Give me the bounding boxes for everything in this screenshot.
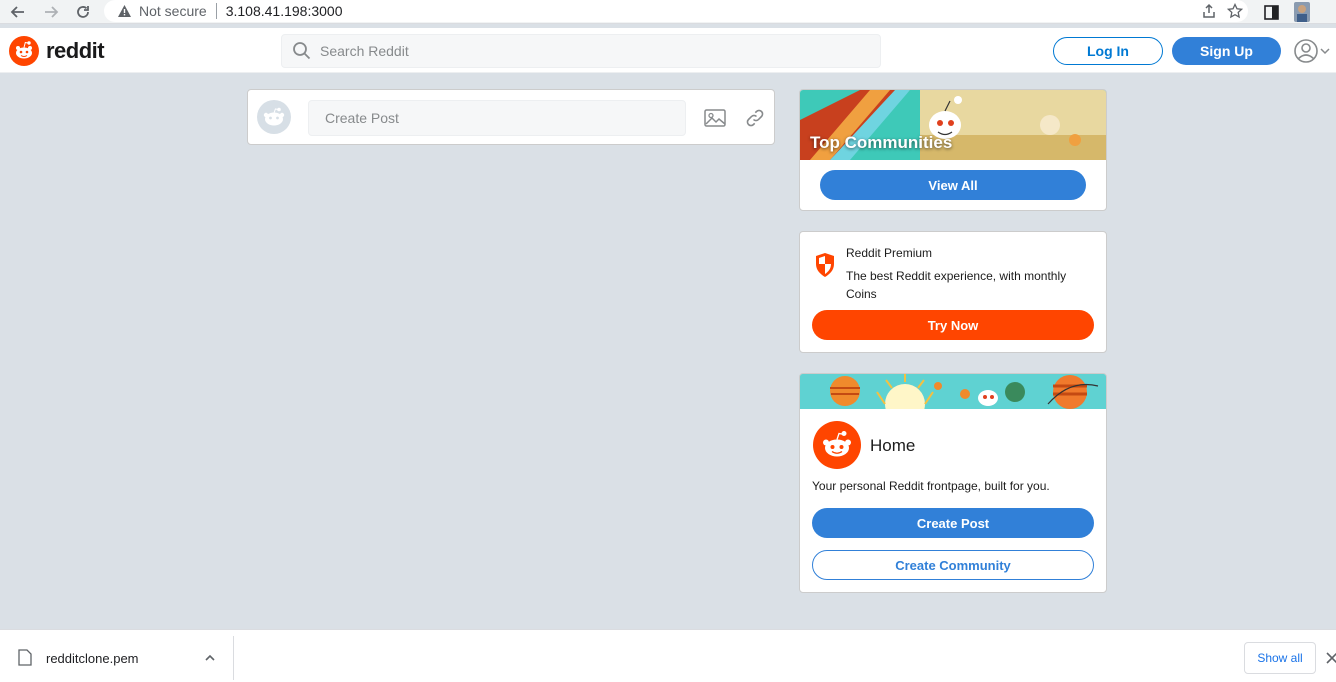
snoo-avatar-icon [263,107,285,126]
create-post-bar [247,89,775,145]
security-label[interactable]: Not secure [139,3,207,19]
avatar[interactable] [257,100,291,134]
show-all-button[interactable]: Show all [1244,642,1316,674]
image-upload-icon[interactable] [702,105,728,131]
try-now-button[interactable]: Try Now [812,310,1094,340]
forward-arrow-icon[interactable] [40,1,62,23]
side-panel-icon[interactable] [1260,1,1282,23]
back-arrow-icon[interactable] [7,1,29,23]
top-communities-banner: Top Communities [800,90,1106,160]
space-banner-illustration [800,374,1106,409]
chevron-down-icon [1320,48,1330,55]
premium-card: Reddit Premium The best Reddit experienc… [799,231,1107,353]
warning-icon[interactable] [116,3,132,19]
create-post-button[interactable]: Create Post [812,508,1094,538]
divider [233,636,234,680]
browser-toolbar: Not secure 3.108.41.198:3000 [0,0,1336,24]
user-menu-dropdown[interactable] [1293,37,1335,65]
chevron-up-icon[interactable] [200,648,220,668]
site-header: reddit Log In Sign Up [0,28,1336,73]
profile-avatar[interactable] [1291,1,1313,23]
login-button[interactable]: Log In [1053,37,1163,65]
download-bar: redditclone.pem Show all [0,629,1336,682]
premium-description: The best Reddit experience, with monthly… [846,269,1067,301]
home-description: Your personal Reddit frontpage, built fo… [812,479,1050,493]
url-text[interactable]: 3.108.41.198:3000 [226,3,343,19]
top-communities-card: Top Communities View All [799,89,1107,211]
download-filename[interactable]: redditclone.pem [46,651,139,666]
search-bar[interactable] [281,34,881,68]
create-community-button[interactable]: Create Community [812,550,1094,580]
reddit-snoo-icon [9,36,39,66]
reddit-logo[interactable]: reddit [9,36,105,66]
view-all-button[interactable]: View All [820,170,1086,200]
user-icon [1294,39,1318,63]
home-snoo-icon [813,421,861,469]
search-icon [293,42,311,60]
premium-shield-icon [816,253,834,277]
top-communities-title: Top Communities [810,133,953,152]
link-icon[interactable] [742,105,768,131]
premium-title: Reddit Premium [846,246,933,260]
file-icon [18,649,32,666]
signup-button[interactable]: Sign Up [1172,37,1281,65]
close-icon[interactable] [1325,648,1336,668]
home-title: Home [870,436,916,455]
logo-wordmark: reddit [46,38,105,63]
reload-icon[interactable] [72,1,94,23]
home-banner [800,374,1106,409]
create-post-input[interactable] [308,100,686,136]
divider [215,3,217,19]
bookmark-star-icon[interactable] [1222,3,1248,19]
home-card: Home Your personal Reddit frontpage, bui… [799,373,1107,593]
search-input[interactable] [320,43,820,59]
address-bar[interactable]: Not secure 3.108.41.198:3000 [104,0,1248,22]
share-icon[interactable] [1196,3,1222,19]
